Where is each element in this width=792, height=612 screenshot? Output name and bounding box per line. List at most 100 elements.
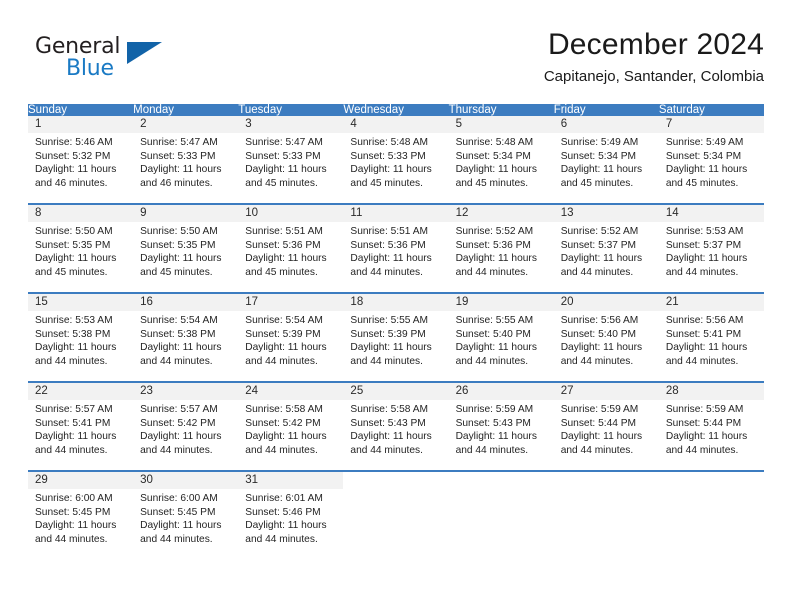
day-cell[interactable]: 2 Sunrise: 5:47 AM Sunset: 5:33 PM Dayli… xyxy=(133,116,239,204)
day-cell[interactable]: 29 Sunrise: 6:00 AM Sunset: 5:45 PM Dayl… xyxy=(28,470,134,559)
sunrise-text: Sunrise: 5:53 AM xyxy=(35,315,113,326)
daylight-line2: and 44 minutes. xyxy=(140,444,213,456)
sunrise-text: Sunrise: 5:50 AM xyxy=(35,226,113,237)
sunset-text: Sunset: 5:34 PM xyxy=(455,150,531,162)
day-cell[interactable]: 5 Sunrise: 5:48 AM Sunset: 5:34 PM Dayli… xyxy=(448,116,554,204)
day-details: Sunrise: 5:48 AM Sunset: 5:33 PM Dayligh… xyxy=(343,133,448,190)
daylight-line2: and 45 minutes. xyxy=(35,266,108,278)
daylight-line2: and 44 minutes. xyxy=(455,266,529,278)
daylight-line1: Daylight: 11 hours xyxy=(245,342,327,354)
day-details: Sunrise: 5:56 AM Sunset: 5:41 PM Dayligh… xyxy=(659,311,764,368)
daylight-line1: Daylight: 11 hours xyxy=(560,342,643,354)
sunrise-text: Sunrise: 5:47 AM xyxy=(140,137,218,148)
day-cell[interactable]: 15 Sunrise: 5:53 AM Sunset: 5:38 PM Dayl… xyxy=(28,292,134,382)
day-number: 12 xyxy=(448,205,554,222)
sunset-text: Sunset: 5:34 PM xyxy=(560,150,637,162)
sunset-text: Sunset: 5:32 PM xyxy=(35,150,111,162)
day-cell[interactable]: 28 Sunrise: 5:59 AM Sunset: 5:44 PM Dayl… xyxy=(658,381,764,471)
day-details: Sunrise: 5:51 AM Sunset: 5:36 PM Dayligh… xyxy=(238,222,343,279)
week-row: 8 Sunrise: 5:50 AM Sunset: 5:35 PM Dayli… xyxy=(28,203,764,293)
day-cell[interactable]: 27 Sunrise: 5:59 AM Sunset: 5:44 PM Dayl… xyxy=(553,381,659,471)
sunset-text: Sunset: 5:41 PM xyxy=(35,417,111,429)
day-cell[interactable]: 10 Sunrise: 5:51 AM Sunset: 5:36 PM Dayl… xyxy=(238,203,344,293)
daylight-line1: Daylight: 11 hours xyxy=(455,253,537,265)
day-cell[interactable]: 19 Sunrise: 5:55 AM Sunset: 5:40 PM Dayl… xyxy=(448,292,554,382)
day-cell[interactable]: 3 Sunrise: 5:47 AM Sunset: 5:33 PM Dayli… xyxy=(238,116,344,204)
daylight-line1: Daylight: 11 hours xyxy=(665,253,748,265)
day-cell[interactable]: 22 Sunrise: 5:57 AM Sunset: 5:41 PM Dayl… xyxy=(28,381,134,471)
day-cell[interactable]: 24 Sunrise: 5:58 AM Sunset: 5:42 PM Dayl… xyxy=(238,381,344,471)
day-cell[interactable]: 21 Sunrise: 5:56 AM Sunset: 5:41 PM Dayl… xyxy=(658,292,764,382)
daylight-line2: and 44 minutes. xyxy=(665,355,739,367)
sunrise-text: Sunrise: 6:00 AM xyxy=(35,493,113,504)
daylight-line2: and 44 minutes. xyxy=(245,444,318,456)
day-cell[interactable]: 11 Sunrise: 5:51 AM Sunset: 5:36 PM Dayl… xyxy=(343,203,449,293)
sunset-text: Sunset: 5:46 PM xyxy=(245,506,321,518)
sunset-text: Sunset: 5:38 PM xyxy=(140,328,216,340)
sunrise-text: Sunrise: 5:55 AM xyxy=(455,315,534,326)
day-cell[interactable]: 20 Sunrise: 5:56 AM Sunset: 5:40 PM Dayl… xyxy=(553,292,659,382)
day-cell[interactable]: 25 Sunrise: 5:58 AM Sunset: 5:43 PM Dayl… xyxy=(343,381,449,471)
day-cell[interactable]: 8 Sunrise: 5:50 AM Sunset: 5:35 PM Dayli… xyxy=(28,203,134,293)
day-cell[interactable]: 31 Sunrise: 6:01 AM Sunset: 5:46 PM Dayl… xyxy=(238,470,344,559)
day-details: Sunrise: 5:59 AM Sunset: 5:43 PM Dayligh… xyxy=(449,400,554,457)
day-cell[interactable]: 4 Sunrise: 5:48 AM Sunset: 5:33 PM Dayli… xyxy=(343,116,449,204)
daylight-line2: and 45 minutes. xyxy=(560,177,634,189)
day-details: Sunrise: 5:52 AM Sunset: 5:37 PM Dayligh… xyxy=(554,222,659,279)
day-details: Sunrise: 6:00 AM Sunset: 5:45 PM Dayligh… xyxy=(133,489,238,546)
day-details: Sunrise: 6:01 AM Sunset: 5:46 PM Dayligh… xyxy=(238,489,343,546)
day-cell[interactable]: 7 Sunrise: 5:49 AM Sunset: 5:34 PM Dayli… xyxy=(658,116,764,204)
day-number: 5 xyxy=(448,116,554,133)
day-details: Sunrise: 5:53 AM Sunset: 5:38 PM Dayligh… xyxy=(28,311,133,368)
week-row: 22 Sunrise: 5:57 AM Sunset: 5:41 PM Dayl… xyxy=(28,381,764,471)
calendar-grid: Sunday Monday Tuesday Wednesday Thursday… xyxy=(28,104,764,559)
sunrise-text: Sunrise: 5:48 AM xyxy=(350,137,429,148)
day-cell[interactable]: 16 Sunrise: 5:54 AM Sunset: 5:38 PM Dayl… xyxy=(133,292,239,382)
sunrise-text: Sunrise: 5:51 AM xyxy=(350,226,429,237)
day-number: 9 xyxy=(133,205,239,222)
day-cell[interactable]: 6 Sunrise: 5:49 AM Sunset: 5:34 PM Dayli… xyxy=(553,116,659,204)
day-cell[interactable]: 12 Sunrise: 5:52 AM Sunset: 5:36 PM Dayl… xyxy=(448,203,554,293)
day-number: 16 xyxy=(133,294,239,311)
sunset-text: Sunset: 5:34 PM xyxy=(665,150,742,162)
day-cell[interactable]: 18 Sunrise: 5:55 AM Sunset: 5:39 PM Dayl… xyxy=(343,292,449,382)
day-details xyxy=(554,489,659,492)
day-cell[interactable]: 1 Sunrise: 5:46 AM Sunset: 5:32 PM Dayli… xyxy=(28,116,134,204)
day-header-wednesday: Wednesday xyxy=(343,104,449,116)
sunrise-text: Sunrise: 5:54 AM xyxy=(245,315,323,326)
daylight-line1: Daylight: 11 hours xyxy=(245,431,327,443)
sunset-text: Sunset: 5:36 PM xyxy=(455,239,531,251)
day-cell[interactable]: 26 Sunrise: 5:59 AM Sunset: 5:43 PM Dayl… xyxy=(448,381,554,471)
day-details: Sunrise: 5:57 AM Sunset: 5:42 PM Dayligh… xyxy=(133,400,238,457)
daylight-line2: and 44 minutes. xyxy=(560,266,634,278)
day-cell[interactable]: 14 Sunrise: 5:53 AM Sunset: 5:37 PM Dayl… xyxy=(658,203,764,293)
sunset-text: Sunset: 5:40 PM xyxy=(455,328,531,340)
day-cell[interactable]: 17 Sunrise: 5:54 AM Sunset: 5:39 PM Dayl… xyxy=(238,292,344,382)
sunrise-text: Sunrise: 6:01 AM xyxy=(245,493,323,504)
daylight-line1: Daylight: 11 hours xyxy=(245,164,327,176)
sunset-text: Sunset: 5:33 PM xyxy=(245,150,321,162)
sunrise-text: Sunrise: 5:51 AM xyxy=(245,226,323,237)
sunrise-text: Sunrise: 5:59 AM xyxy=(665,404,744,415)
day-number: 27 xyxy=(553,383,659,400)
day-number: 18 xyxy=(343,294,449,311)
sunset-text: Sunset: 5:45 PM xyxy=(140,506,216,518)
day-number: 7 xyxy=(658,116,764,133)
day-number: 31 xyxy=(238,472,344,489)
daylight-line1: Daylight: 11 hours xyxy=(140,342,222,354)
daylight-line2: and 44 minutes. xyxy=(455,355,529,367)
daylight-line1: Daylight: 11 hours xyxy=(455,431,537,443)
day-cell[interactable]: 13 Sunrise: 5:52 AM Sunset: 5:37 PM Dayl… xyxy=(553,203,659,293)
day-number: 26 xyxy=(448,383,554,400)
daylight-line1: Daylight: 11 hours xyxy=(350,342,432,354)
page-header: General Blue December 2024 Capitanejo, S… xyxy=(28,26,764,92)
day-cell[interactable]: 23 Sunrise: 5:57 AM Sunset: 5:42 PM Dayl… xyxy=(133,381,239,471)
day-details: Sunrise: 5:59 AM Sunset: 5:44 PM Dayligh… xyxy=(659,400,764,457)
day-number xyxy=(343,472,449,489)
day-cell[interactable]: 30 Sunrise: 6:00 AM Sunset: 5:45 PM Dayl… xyxy=(133,470,239,559)
sunset-text: Sunset: 5:33 PM xyxy=(350,150,426,162)
daylight-line2: and 44 minutes. xyxy=(560,444,634,456)
sunrise-text: Sunrise: 5:50 AM xyxy=(140,226,218,237)
daylight-line1: Daylight: 11 hours xyxy=(350,164,432,176)
day-cell[interactable]: 9 Sunrise: 5:50 AM Sunset: 5:35 PM Dayli… xyxy=(133,203,239,293)
